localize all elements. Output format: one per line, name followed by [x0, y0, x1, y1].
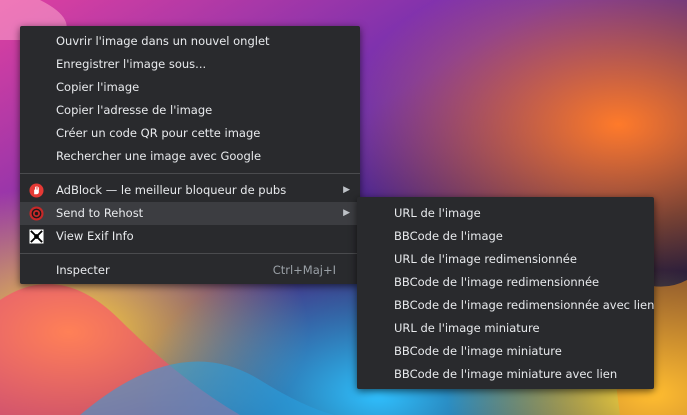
rehost-icon — [29, 206, 44, 221]
submenu-item-thumbnail-bbcode[interactable]: BBCode de l'image miniature — [357, 340, 654, 363]
menu-item-copy-image-address[interactable]: Copier l'adresse de l'image — [20, 99, 360, 122]
adblock-hand-icon — [29, 183, 44, 198]
menu-item-label: Copier l'image — [56, 80, 140, 94]
submenu-item-resized-bbcode[interactable]: BBCode de l'image redimensionnée — [357, 271, 654, 294]
menu-item-label: Send to Rehost — [56, 206, 144, 220]
menu-item-label: URL de l'image miniature — [394, 321, 540, 335]
submenu-item-image-url[interactable]: URL de l'image — [357, 202, 654, 225]
menu-item-label: BBCode de l'image miniature — [394, 344, 562, 358]
menu-item-label: Créer un code QR pour cette image — [56, 126, 261, 140]
menu-item-label: Inspecter — [56, 263, 110, 277]
menu-item-label: BBCode de l'image redimensionnée avec li… — [394, 298, 655, 312]
menu-item-save-image-as[interactable]: Enregistrer l'image sous... — [20, 53, 360, 76]
menu-item-label: URL de l'image redimensionnée — [394, 252, 577, 266]
menu-item-label: BBCode de l'image miniature avec lien — [394, 367, 618, 381]
context-menu: Ouvrir l'image dans un nouvel onglet Enr… — [20, 26, 360, 284]
menu-item-label: Enregistrer l'image sous... — [56, 57, 207, 71]
shortcut-label: Ctrl+Maj+I — [272, 263, 336, 277]
menu-item-search-image-google[interactable]: Rechercher une image avec Google — [20, 145, 360, 168]
menu-item-label: BBCode de l'image redimensionnée — [394, 275, 600, 289]
submenu-item-image-bbcode[interactable]: BBCode de l'image — [357, 225, 654, 248]
menu-item-create-qr-code[interactable]: Créer un code QR pour cette image — [20, 122, 360, 145]
submenu-item-resized-url[interactable]: URL de l'image redimensionnée — [357, 248, 654, 271]
menu-item-label: View Exif Info — [56, 229, 134, 243]
menu-item-view-exif-info[interactable]: View Exif Info — [20, 225, 360, 248]
exif-icon — [29, 229, 44, 244]
menu-item-open-image-new-tab[interactable]: Ouvrir l'image dans un nouvel onglet — [20, 30, 360, 53]
submenu-arrow-icon: ▶ — [343, 185, 350, 195]
menu-item-send-to-rehost[interactable]: Send to Rehost ▶ — [20, 202, 360, 225]
submenu-item-thumbnail-bbcode-link[interactable]: BBCode de l'image miniature avec lien — [357, 363, 654, 386]
menu-item-label: Ouvrir l'image dans un nouvel onglet — [56, 34, 270, 48]
menu-item-label: Copier l'adresse de l'image — [56, 103, 213, 117]
menu-item-adblock[interactable]: AdBlock — le meilleur bloqueur de pubs ▶ — [20, 179, 360, 202]
menu-item-copy-image[interactable]: Copier l'image — [20, 76, 360, 99]
submenu-item-thumbnail-url[interactable]: URL de l'image miniature — [357, 317, 654, 340]
menu-separator — [20, 173, 360, 174]
submenu-item-resized-bbcode-link[interactable]: BBCode de l'image redimensionnée avec li… — [357, 294, 654, 317]
menu-item-label: Rechercher une image avec Google — [56, 149, 262, 163]
rehost-submenu: URL de l'image BBCode de l'image URL de … — [357, 197, 654, 389]
menu-item-label: URL de l'image — [394, 206, 481, 220]
menu-item-label: AdBlock — le meilleur bloqueur de pubs — [56, 183, 287, 197]
menu-separator — [20, 253, 360, 254]
submenu-arrow-icon: ▶ — [343, 208, 350, 218]
menu-item-inspect[interactable]: Inspecter Ctrl+Maj+I — [20, 259, 360, 282]
menu-item-label: BBCode de l'image — [394, 229, 503, 243]
